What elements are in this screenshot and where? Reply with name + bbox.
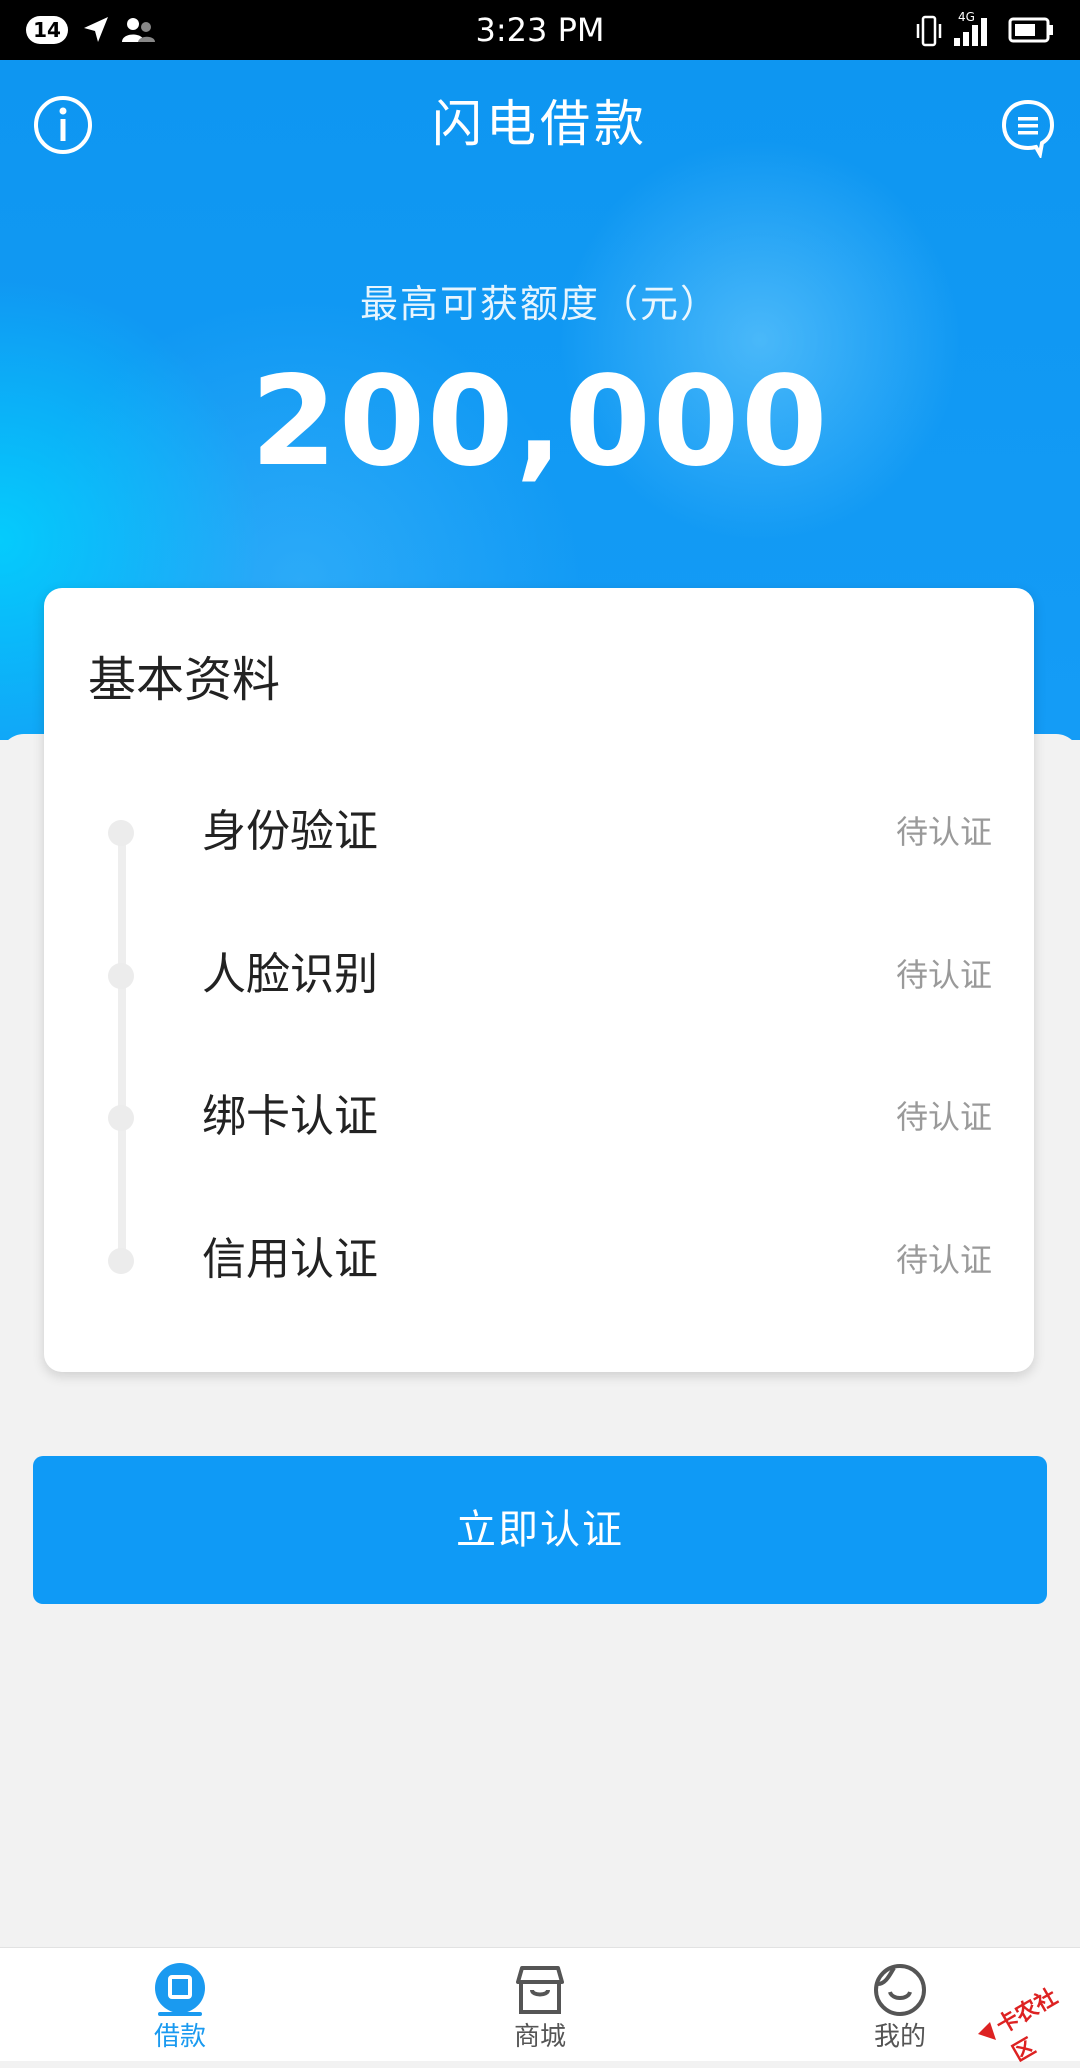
nav-item-loan[interactable]: 借款 bbox=[80, 1948, 280, 2061]
card-title: 基本资料 bbox=[88, 652, 281, 708]
step-dot bbox=[108, 820, 134, 846]
basic-info-card: 基本资料 身份验证 待认证 人脸识别 待认证 绑卡认证 待认证 信用认证 待认证 bbox=[44, 588, 1034, 1372]
step-dot bbox=[108, 963, 134, 989]
nav-label: 借款 bbox=[153, 2022, 206, 2052]
step-label: 人脸识别 bbox=[202, 949, 378, 1000]
shop-icon bbox=[516, 1966, 564, 2014]
step-identity-verification[interactable]: 身份验证 待认证 bbox=[44, 794, 1034, 874]
step-bind-card[interactable]: 绑卡认证 待认证 bbox=[44, 1079, 1034, 1159]
step-dot bbox=[108, 1248, 134, 1274]
verify-now-button[interactable]: 立即认证 bbox=[33, 1456, 1047, 1604]
battery-icon bbox=[1008, 17, 1053, 43]
status-bar: 14 3:23 PM 4G bbox=[0, 0, 1080, 60]
timeline-line bbox=[118, 832, 126, 1250]
nav-label: 商城 bbox=[513, 2022, 566, 2052]
loan-icon bbox=[155, 1963, 205, 2016]
nav-item-shop[interactable]: 商城 bbox=[440, 1948, 640, 2061]
step-status: 待认证 bbox=[895, 1241, 992, 1279]
credit-limit-amount: 200,000 bbox=[250, 350, 830, 494]
step-label: 身份验证 bbox=[202, 806, 378, 857]
step-status: 待认证 bbox=[895, 956, 992, 994]
bottom-navigation: 借款 商城 我的 bbox=[0, 1947, 1080, 2061]
message-icon[interactable] bbox=[1000, 98, 1056, 158]
signal-icon bbox=[954, 18, 987, 46]
profile-icon bbox=[874, 1964, 926, 2016]
step-dot bbox=[108, 1105, 134, 1131]
step-label: 绑卡认证 bbox=[202, 1091, 378, 1142]
nav-item-profile[interactable]: 我的 bbox=[800, 1948, 1000, 2061]
step-credit-verification[interactable]: 信用认证 待认证 bbox=[44, 1222, 1034, 1302]
vibrate-icon bbox=[916, 15, 942, 47]
step-label: 信用认证 bbox=[202, 1234, 378, 1285]
page-title: 闪电借款 bbox=[432, 95, 648, 153]
nav-label: 我的 bbox=[873, 2022, 926, 2052]
step-face-recognition[interactable]: 人脸识别 待认证 bbox=[44, 937, 1034, 1017]
step-status: 待认证 bbox=[895, 813, 992, 851]
step-status: 待认证 bbox=[895, 1098, 992, 1136]
credit-limit-label: 最高可获额度（元） bbox=[359, 282, 720, 326]
